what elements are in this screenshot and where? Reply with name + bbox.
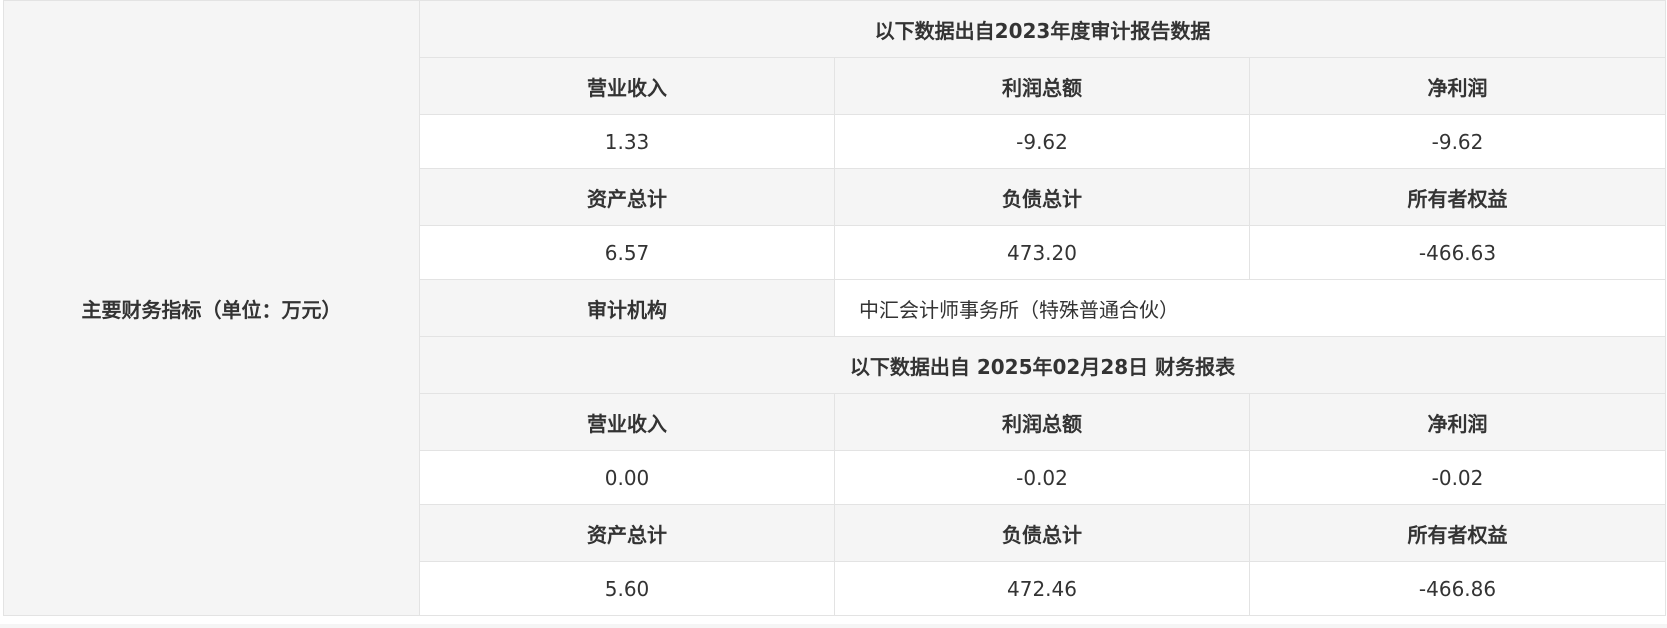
header-revenue: 营业收入 [419, 57, 835, 115]
header-total-assets: 资产总计 [419, 504, 835, 562]
section-1-title-row: 主要财务指标（单位：万元） 以下数据出自2023年度审计报告数据 [3, 0, 1667, 616]
header-total-profit: 利润总额 [834, 57, 1250, 115]
header-total-profit: 利润总额 [834, 393, 1250, 451]
audit-institution-value: 中汇会计师事务所（特殊普通合伙） [833, 279, 1667, 337]
value-revenue: 1.33 [419, 114, 835, 169]
header-total-assets: 资产总计 [419, 168, 835, 226]
header-owners-equity: 所有者权益 [1248, 168, 1667, 226]
value-total-profit: -9.62 [834, 114, 1250, 169]
main-financial-indicators-label: 主要财务指标（单位：万元） [3, 0, 420, 616]
section-2-title: 以下数据出自 2025年02月28日 财务报表 [418, 336, 1667, 394]
audit-institution-label: 审计机构 [419, 279, 835, 337]
header-revenue: 营业收入 [419, 393, 835, 451]
header-total-liabilities: 负债总计 [834, 504, 1250, 562]
header-net-profit: 净利润 [1248, 57, 1667, 115]
value-owners-equity: -466.86 [1248, 561, 1667, 616]
header-total-liabilities: 负债总计 [834, 168, 1250, 226]
header-owners-equity: 所有者权益 [1248, 504, 1667, 562]
header-net-profit: 净利润 [1248, 393, 1667, 451]
value-total-profit: -0.02 [834, 450, 1250, 505]
section-1-title: 以下数据出自2023年度审计报告数据 [418, 0, 1667, 58]
value-total-liabilities: 473.20 [834, 225, 1250, 280]
value-net-profit: -9.62 [1248, 114, 1667, 169]
financial-indicators-table: 主要财务指标（单位：万元） 以下数据出自2023年度审计报告数据 营业收入 利润… [3, 0, 1667, 616]
bottom-divider [0, 624, 1667, 628]
value-total-assets: 6.57 [419, 225, 835, 280]
value-total-liabilities: 472.46 [834, 561, 1250, 616]
value-net-profit: -0.02 [1248, 450, 1667, 505]
value-total-assets: 5.60 [419, 561, 835, 616]
value-revenue: 0.00 [419, 450, 835, 505]
value-owners-equity: -466.63 [1248, 225, 1667, 280]
